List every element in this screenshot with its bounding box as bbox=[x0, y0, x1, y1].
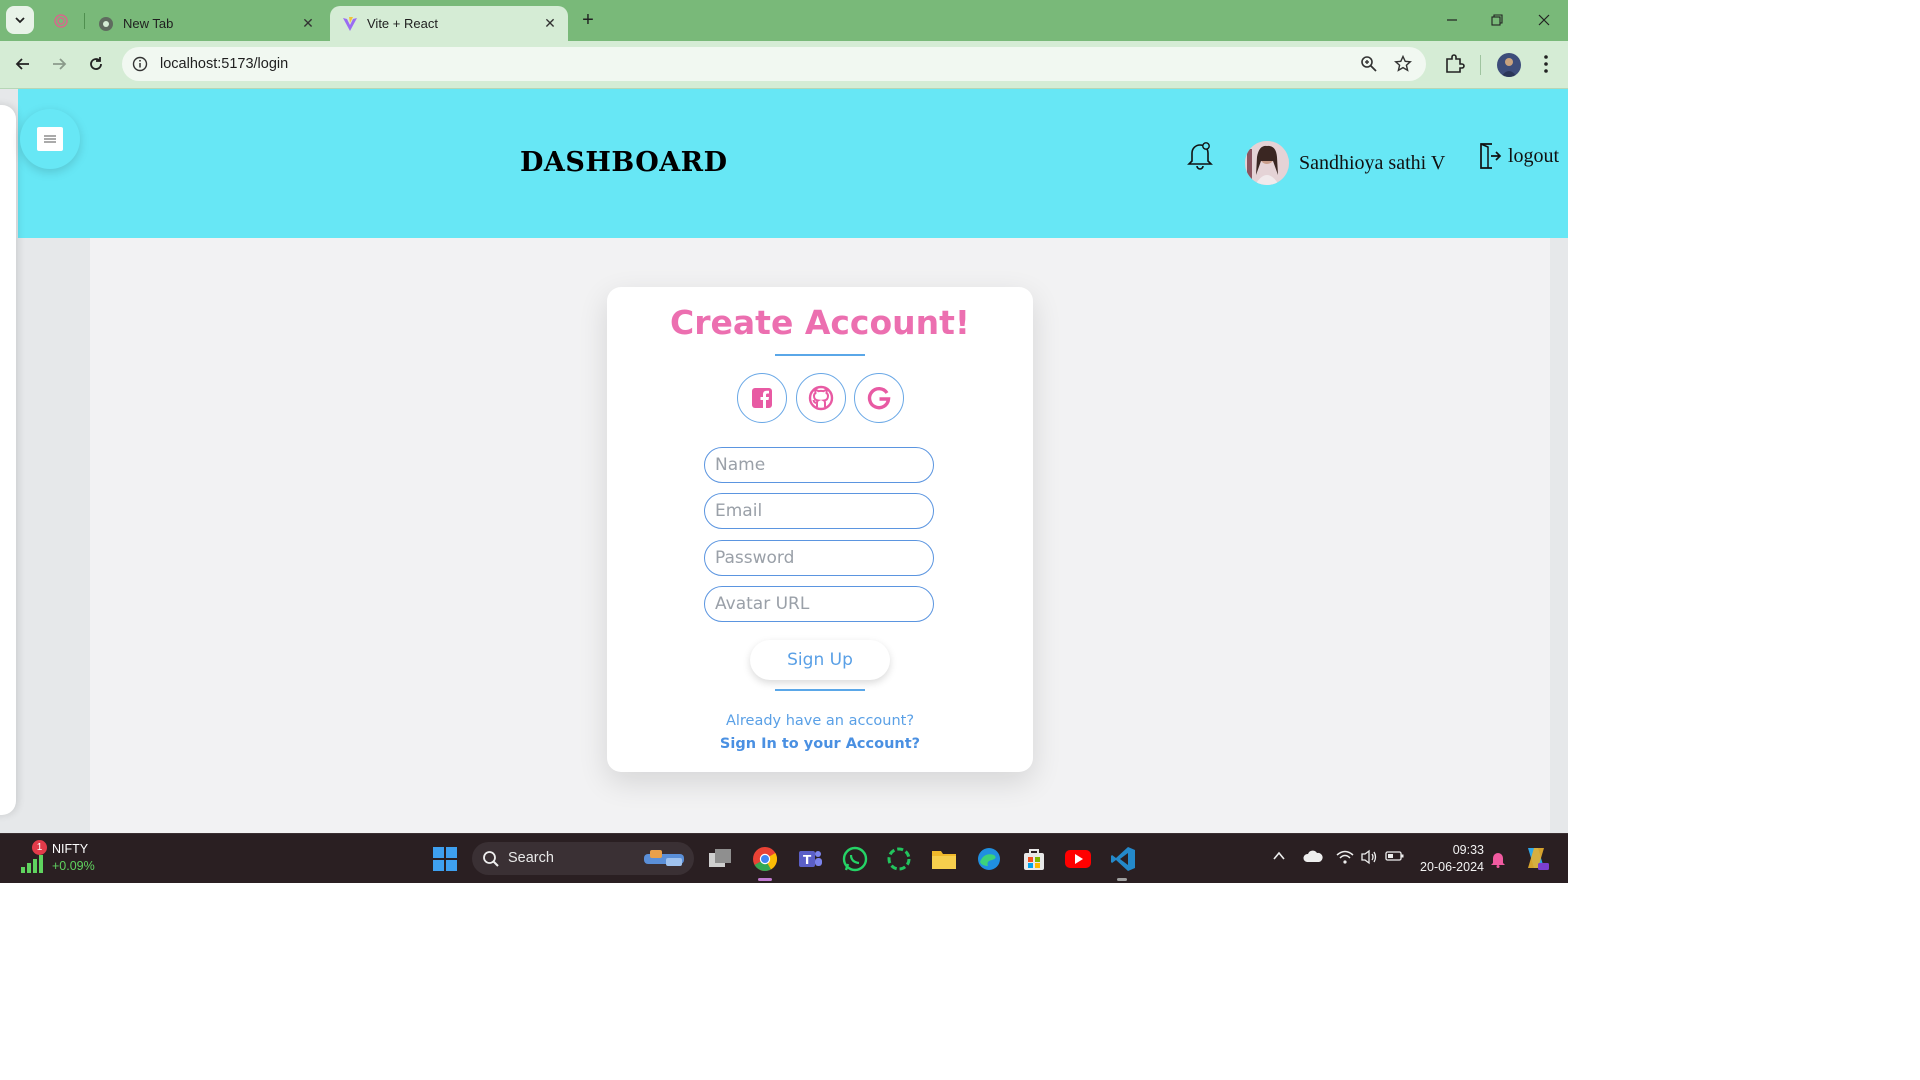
avatar[interactable] bbox=[1245, 141, 1289, 185]
windows-logo-icon bbox=[433, 847, 457, 871]
already-have-account-text: Already have an account? bbox=[725, 713, 915, 729]
dashboard-header: DASHBOARD Sandhioya sathi V logout bbox=[18, 89, 1568, 238]
chevron-down-icon bbox=[15, 17, 25, 24]
browser-tab-bar: New Tab ✕ Vite + React ✕ + bbox=[0, 0, 1568, 41]
arrow-left-icon bbox=[15, 58, 29, 70]
windows-taskbar: 1 NIFTY +0.09% Search T 09:33 20-06-2024 bbox=[0, 833, 1568, 883]
fingerprint-icon bbox=[54, 14, 68, 28]
google-login-button[interactable] bbox=[854, 373, 904, 423]
sidebar-toggle[interactable] bbox=[20, 109, 80, 169]
url-text: localhost:5173/login bbox=[160, 56, 289, 72]
tab-vite-react[interactable]: Vite + React ✕ bbox=[330, 6, 568, 41]
facebook-login-button[interactable] bbox=[737, 373, 787, 423]
copilot-icon[interactable] bbox=[1522, 844, 1550, 872]
title-underline bbox=[775, 354, 865, 356]
forward-button[interactable] bbox=[46, 51, 72, 77]
teams-icon[interactable]: T bbox=[795, 844, 825, 874]
search-highlight-icon bbox=[644, 850, 684, 866]
chart-signal-icon bbox=[21, 855, 43, 873]
pinned-tab[interactable] bbox=[50, 10, 72, 32]
tab-title: Vite + React bbox=[367, 16, 438, 31]
profile-avatar[interactable] bbox=[1497, 53, 1521, 77]
search-label: Search bbox=[508, 850, 554, 866]
submit-underline bbox=[775, 689, 865, 691]
svg-text:T: T bbox=[803, 853, 812, 867]
logout-label: logout bbox=[1508, 144, 1560, 167]
toolbar-separator bbox=[1480, 55, 1481, 75]
password-field[interactable] bbox=[704, 540, 934, 576]
github-login-button[interactable] bbox=[796, 373, 846, 423]
vscode-icon[interactable] bbox=[1108, 844, 1138, 874]
tab-separator bbox=[84, 13, 85, 29]
edge-icon[interactable] bbox=[974, 844, 1004, 874]
windows-start-button[interactable] bbox=[430, 844, 460, 874]
user-name: Sandhioya sathi V bbox=[1299, 152, 1446, 174]
battery-icon[interactable] bbox=[1385, 849, 1405, 863]
zoom-icon[interactable] bbox=[1360, 55, 1378, 73]
search-icon bbox=[483, 851, 499, 867]
active-app-indicator bbox=[758, 878, 772, 881]
youtube-icon[interactable] bbox=[1063, 844, 1093, 874]
page-title: DASHBOARD bbox=[520, 147, 728, 178]
name-field[interactable] bbox=[704, 447, 934, 483]
close-icon[interactable]: ✕ bbox=[540, 14, 560, 34]
facebook-icon bbox=[752, 388, 772, 408]
email-field[interactable] bbox=[704, 493, 934, 529]
back-button[interactable] bbox=[10, 51, 36, 77]
logout-icon bbox=[1480, 143, 1502, 169]
more-vertical-icon[interactable] bbox=[1536, 53, 1556, 75]
sign-up-button[interactable]: Sign Up bbox=[750, 640, 890, 680]
chrome-taskbar-icon[interactable] bbox=[750, 844, 780, 874]
ticker-change: +0.09% bbox=[52, 859, 95, 873]
restore-icon[interactable] bbox=[1485, 8, 1509, 32]
sidebar-panel bbox=[0, 105, 16, 815]
bell-icon[interactable] bbox=[1186, 139, 1214, 171]
clock-date: 20-06-2024 bbox=[1420, 860, 1484, 874]
notification-badge: 1 bbox=[32, 840, 47, 855]
address-bar[interactable]: localhost:5173/login bbox=[122, 47, 1426, 81]
minimize-icon[interactable] bbox=[1440, 8, 1464, 32]
task-view-icon[interactable] bbox=[705, 844, 735, 874]
tab-title: New Tab bbox=[123, 16, 174, 31]
stock-widget[interactable]: 1 NIFTY +0.09% bbox=[18, 840, 118, 876]
chrome-icon bbox=[98, 16, 114, 32]
tab-new-tab[interactable]: New Tab ✕ bbox=[86, 6, 326, 41]
notification-bell-icon[interactable] bbox=[1490, 850, 1506, 868]
volume-icon[interactable] bbox=[1360, 849, 1378, 865]
logout-button[interactable]: logout bbox=[1478, 141, 1559, 171]
file-explorer-icon[interactable] bbox=[929, 844, 959, 874]
reload-button[interactable] bbox=[83, 51, 109, 77]
signup-card: Create Account! Sign Up Already have an … bbox=[607, 287, 1033, 772]
taskbar-search[interactable]: Search bbox=[472, 842, 694, 875]
vite-icon bbox=[342, 16, 358, 32]
system-clock[interactable]: 09:33 20-06-2024 bbox=[1410, 842, 1484, 876]
reload-icon bbox=[90, 57, 102, 70]
whatsapp-icon[interactable] bbox=[840, 844, 870, 874]
ticker-name: NIFTY bbox=[52, 842, 89, 856]
sign-in-link[interactable]: Sign In to your Account? bbox=[607, 736, 1033, 752]
tab-search-button[interactable] bbox=[6, 6, 34, 34]
app-circle-icon[interactable] bbox=[884, 844, 914, 874]
arrow-right-icon bbox=[53, 58, 67, 70]
bookmark-star-icon[interactable] bbox=[1394, 55, 1412, 73]
browser-toolbar: localhost:5173/login bbox=[0, 41, 1568, 89]
extensions-puzzle-icon[interactable] bbox=[1443, 53, 1465, 75]
close-icon[interactable]: ✕ bbox=[298, 14, 318, 34]
clock-time: 09:33 bbox=[1452, 843, 1484, 857]
avatar-url-field[interactable] bbox=[704, 586, 934, 622]
new-tab-button[interactable]: + bbox=[576, 8, 600, 32]
card-title: Create Account! bbox=[670, 303, 970, 342]
open-app-indicator bbox=[1117, 878, 1127, 881]
github-icon bbox=[808, 385, 834, 411]
chevron-up-icon[interactable] bbox=[1272, 849, 1286, 863]
hamburger-menu-button[interactable] bbox=[37, 127, 63, 151]
onedrive-cloud-icon[interactable] bbox=[1303, 849, 1323, 863]
hamburger-icon bbox=[44, 135, 56, 143]
window-close-icon[interactable] bbox=[1532, 8, 1556, 32]
site-info-icon[interactable] bbox=[132, 56, 148, 72]
store-icon[interactable] bbox=[1019, 844, 1049, 874]
wifi-icon[interactable] bbox=[1336, 849, 1354, 865]
google-icon bbox=[867, 387, 891, 410]
